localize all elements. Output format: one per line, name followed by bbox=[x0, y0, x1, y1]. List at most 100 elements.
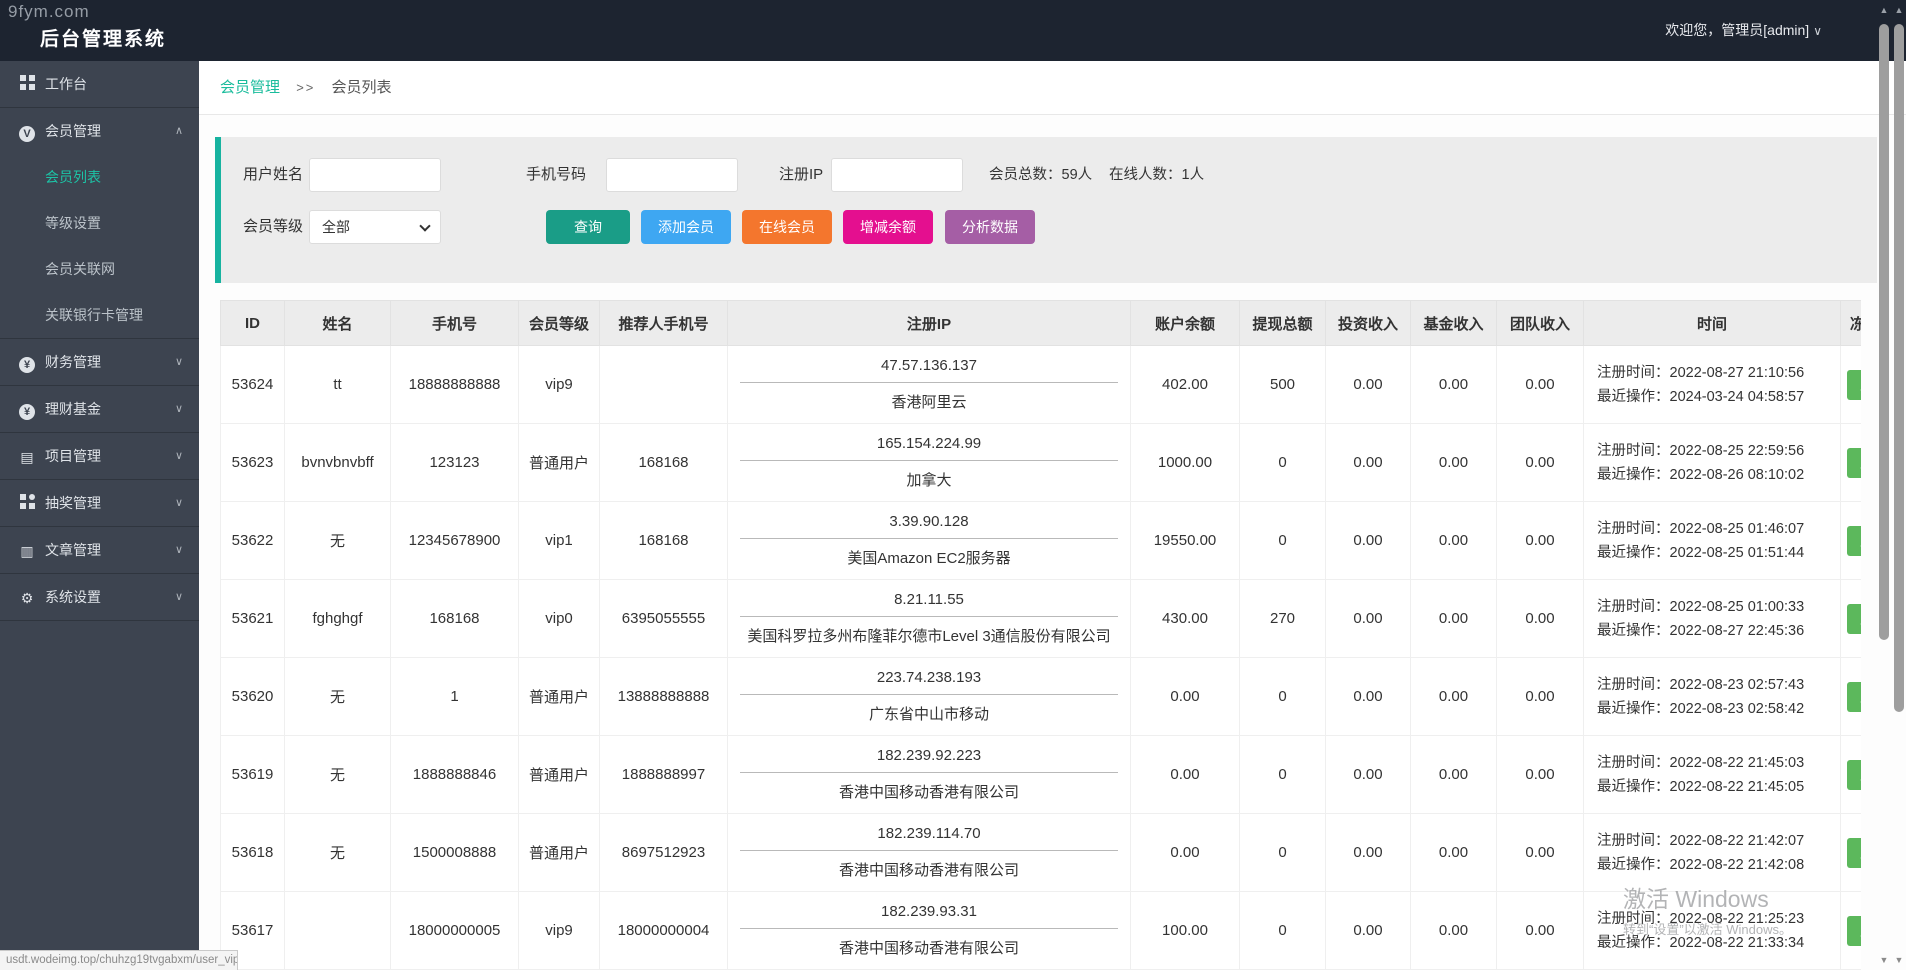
sidebar-item-fund[interactable]: ¥ 理财基金 ∨ bbox=[0, 386, 199, 432]
sidebar-item-workbench[interactable]: 工作台 bbox=[0, 61, 199, 107]
phone-input[interactable] bbox=[606, 158, 738, 192]
settings-icon: ⚙ bbox=[20, 590, 34, 607]
cell-status: 正常 bbox=[1840, 891, 1861, 970]
inner-scrollbar-thumb[interactable] bbox=[1879, 24, 1889, 640]
register-time-label: 注册时间： bbox=[1597, 910, 1670, 927]
scroll-down-icon[interactable]: ▼ bbox=[1877, 955, 1891, 965]
cell-fund: 0.00 bbox=[1410, 579, 1497, 658]
cell-fund: 0.00 bbox=[1410, 345, 1497, 424]
register-time-value: 2022-08-25 22:59:56 bbox=[1669, 442, 1805, 459]
cell-name: fghghgf bbox=[284, 579, 391, 658]
cell-time: 注册时间：2022-08-25 01:46:07 最近操作：2022-08-25 … bbox=[1583, 501, 1841, 580]
cell-level: vip9 bbox=[518, 891, 600, 970]
member-level-select[interactable]: 全部 bbox=[309, 210, 441, 244]
ip-location: 美国Amazon EC2服务器 bbox=[847, 550, 1011, 567]
cell-balance: 0.00 bbox=[1130, 735, 1240, 814]
scroll-up-icon[interactable]: ▲ bbox=[1892, 5, 1906, 15]
lottery-icon bbox=[18, 481, 36, 527]
breadcrumb-parent[interactable]: 会员管理 bbox=[220, 79, 280, 96]
status-normal-button[interactable]: 正常 bbox=[1847, 525, 1861, 556]
last-operation-value: 2022-08-25 01:51:44 bbox=[1669, 544, 1805, 561]
user-menu[interactable]: 欢迎您，管理员[admin] ∨ bbox=[1665, 20, 1822, 40]
sidebar-item-label: 会员管理 bbox=[45, 123, 101, 139]
chevron-down-icon bbox=[419, 220, 431, 232]
cell-invest: 0.00 bbox=[1325, 891, 1411, 970]
register-ip-input[interactable] bbox=[831, 158, 963, 192]
last-operation-label: 最近操作： bbox=[1597, 700, 1670, 717]
cell-phone: 1500008888 bbox=[390, 813, 519, 892]
sidebar-item-member[interactable]: V 会员管理 ∧ bbox=[0, 108, 199, 154]
last-operation: 最近操作：2022-08-25 01:51:44 bbox=[1597, 541, 1840, 565]
cell-time: 注册时间：2022-08-22 21:42:07 最近操作： 2022-08-22 … bbox=[1583, 813, 1841, 892]
page-scrollbar[interactable]: ▲ ▼ bbox=[1892, 0, 1906, 970]
cell-fund: 0.00 bbox=[1410, 423, 1497, 502]
sidebar-subitem-member-network[interactable]: 会员关联网 bbox=[0, 246, 199, 292]
table-row: 53617 18000000005 vip9 18000000004 182.239.9… bbox=[220, 891, 1861, 970]
cell-team: 0.00 bbox=[1496, 501, 1584, 580]
scroll-down-icon[interactable]: ▼ bbox=[1892, 955, 1906, 965]
sidebar-item-lottery[interactable]: 抽奖管理 ∨ bbox=[0, 480, 199, 526]
analyze-data-button[interactable]: 分析数据 bbox=[945, 210, 1035, 244]
column-header: ID bbox=[220, 300, 285, 346]
sidebar-group-workbench: 工作台 bbox=[0, 61, 199, 108]
table-row: 53623 bvnvbnvbff 123123 普通用户 168168 165.154.2… bbox=[220, 423, 1861, 502]
status-normal-button[interactable]: 正常 bbox=[1847, 447, 1861, 478]
total-members-text: 会员总数：59人 bbox=[989, 167, 1093, 183]
status-normal-button[interactable]: 正常 bbox=[1847, 837, 1861, 868]
cell-referrer: 13888888888 bbox=[599, 657, 728, 736]
cell-referrer: 18000000004 bbox=[599, 891, 728, 970]
cell-invest: 0.00 bbox=[1325, 813, 1411, 892]
cell-name: bvnvbnvbff bbox=[284, 423, 391, 502]
register-time: 注册时间：2022-08-27 21:10:56 bbox=[1597, 361, 1840, 385]
cell-time: 注册时间：2022-08-25 01:00:33 最近操作：2022-08-27 … bbox=[1583, 579, 1841, 658]
sidebar-subitem-level-settings[interactable]: 等级设置 bbox=[0, 200, 199, 246]
sidebar-item-article[interactable]: ▥ 文章管理 ∨ bbox=[0, 527, 199, 573]
table-body: 53624 tt 18888888888 vip9 47.57.136.137 香港阿里云… bbox=[220, 345, 1861, 970]
register-time-value: 2022-08-22 21:42:07 bbox=[1669, 832, 1805, 849]
scroll-up-icon[interactable]: ▲ bbox=[1877, 5, 1891, 15]
online-members-button[interactable]: 在线会员 bbox=[742, 210, 832, 244]
last-operation-label: 最近操作： bbox=[1597, 388, 1670, 405]
sidebar-item-settings[interactable]: ⚙ 系统设置 ∨ bbox=[0, 574, 199, 620]
search-button[interactable]: 查询 bbox=[546, 210, 630, 244]
sidebar-group-finance: ¥ 财务管理 ∨ bbox=[0, 339, 199, 386]
username-input[interactable] bbox=[309, 158, 441, 192]
sidebar-group-member: V 会员管理 ∧ 会员列表 等级设置 会员关联网 关联银行卡管理 bbox=[0, 108, 199, 339]
sidebar-subitem-member-list[interactable]: 会员列表 bbox=[0, 154, 199, 200]
cell-name: 无 bbox=[284, 813, 391, 892]
page-scrollbar-thumb[interactable] bbox=[1894, 24, 1904, 712]
status-normal-button[interactable]: 正常 bbox=[1847, 369, 1861, 400]
cell-withdraw: 270 bbox=[1239, 579, 1326, 658]
register-time: 注册时间：2022-08-22 21:42:07 bbox=[1597, 829, 1840, 853]
cell-time: 注册时间：2022-08-22 21:45:03 最近操作：2022-08-22 … bbox=[1583, 735, 1841, 814]
register-time: 注册时间：2022-08-25 01:46:07 bbox=[1597, 517, 1840, 541]
sidebar-item-finance[interactable]: ¥ 财务管理 ∨ bbox=[0, 339, 199, 385]
status-normal-button[interactable]: 正常 bbox=[1847, 759, 1861, 790]
sidebar-subitem-bank-card-mgmt[interactable]: 关联银行卡管理 bbox=[0, 292, 199, 338]
inner-scrollbar[interactable]: ▲ ▼ bbox=[1877, 0, 1891, 970]
add-member-button[interactable]: 添加会员 bbox=[641, 210, 731, 244]
table-row: 53620 无 1 普通用户 13888888888 223.74.238.193 广东省中… bbox=[220, 657, 1861, 736]
cell-balance: 0.00 bbox=[1130, 657, 1240, 736]
cell-fund: 0.00 bbox=[1410, 501, 1497, 580]
column-header: 投资收入 bbox=[1325, 300, 1411, 346]
cell-phone: 1 bbox=[390, 657, 519, 736]
status-normal-button[interactable]: 正常 bbox=[1847, 603, 1861, 634]
cell-status: 正常 bbox=[1840, 423, 1861, 502]
last-operation-label: 最近操作： bbox=[1597, 856, 1670, 873]
chevron-down-icon: ∨ bbox=[174, 450, 183, 462]
register-time: 注册时间：2022-08-22 21:25:23 bbox=[1597, 907, 1840, 931]
cell-phone: 1888888846 bbox=[390, 735, 519, 814]
last-operation-label: 最近操作： bbox=[1597, 934, 1670, 951]
cell-team: 0.00 bbox=[1496, 345, 1584, 424]
cell-name: 无 bbox=[284, 735, 391, 814]
cell-balance: 430.00 bbox=[1130, 579, 1240, 658]
cell-withdraw: 0 bbox=[1239, 501, 1326, 580]
status-normal-button[interactable]: 正常 bbox=[1847, 915, 1861, 946]
status-normal-button[interactable]: 正常 bbox=[1847, 681, 1861, 712]
cell-invest: 0.00 bbox=[1325, 501, 1411, 580]
ip-location: 加拿大 bbox=[906, 472, 952, 489]
sidebar-item-project[interactable]: ▤ 项目管理 ∨ bbox=[0, 433, 199, 479]
member-icon: V bbox=[18, 109, 36, 155]
adjust-balance-button[interactable]: 增减余额 bbox=[843, 210, 933, 244]
